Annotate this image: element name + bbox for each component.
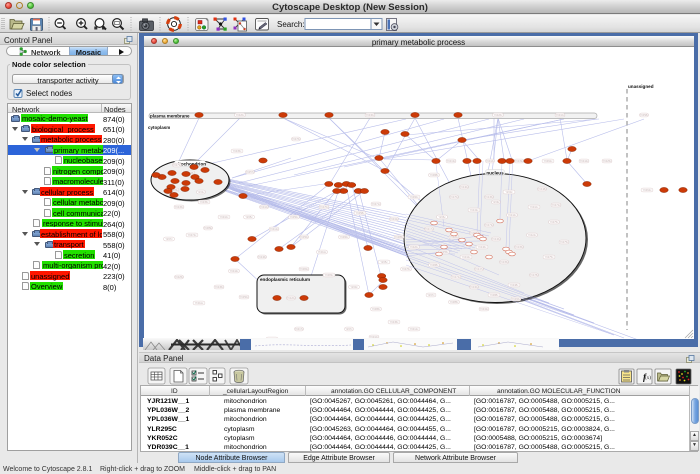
- svg-text:Ylr038c: Ylr038c: [509, 283, 518, 287]
- svg-text:Ylr09c: Ylr09c: [492, 200, 500, 204]
- svg-text:Ylr044c: Ylr044c: [579, 159, 588, 163]
- svg-text:Ylr07c: Ylr07c: [345, 327, 353, 331]
- svg-text:Ylr06c: Ylr06c: [438, 215, 446, 219]
- svg-text:Ylr075c: Ylr075c: [549, 220, 558, 224]
- svg-text:Ylr016c: Ylr016c: [485, 159, 494, 163]
- svg-text:Ylr057c: Ylr057c: [245, 170, 254, 174]
- svg-text:Ylr020c: Ylr020c: [286, 296, 295, 300]
- svg-text:Ylr074c: Ylr074c: [451, 275, 460, 279]
- svg-text:Ylr060c: Ylr060c: [409, 195, 418, 199]
- svg-text:Ylr088c: Ylr088c: [429, 263, 438, 267]
- svg-text:Ylr070c: Ylr070c: [319, 205, 328, 209]
- svg-text:Ylr047c: Ylr047c: [474, 267, 483, 271]
- svg-text:Ylr085c: Ylr085c: [394, 235, 403, 239]
- svg-text:plasma membrane: plasma membrane: [150, 114, 190, 119]
- svg-text:Ylr010c: Ylr010c: [219, 215, 228, 219]
- svg-text:Ylr035c: Ylr035c: [199, 200, 208, 204]
- svg-text:Ylr034c: Ylr034c: [461, 255, 470, 259]
- svg-text:Ylr075c: Ylr075c: [559, 240, 568, 244]
- svg-text:Ylr025c: Ylr025c: [174, 275, 183, 279]
- svg-text:Ylr024c: Ylr024c: [527, 233, 536, 237]
- svg-text:Ylr013c: Ylr013c: [446, 159, 455, 163]
- svg-text:Ylr040c: Ylr040c: [459, 185, 468, 189]
- svg-text:Ylr025c: Ylr025c: [602, 159, 611, 163]
- svg-text:(x): (x): [645, 376, 651, 381]
- svg-text:Ylr089c: Ylr089c: [203, 226, 212, 230]
- svg-text:Ylr011c: Ylr011c: [317, 250, 326, 254]
- svg-text:Ylr058c: Ylr058c: [355, 211, 364, 215]
- svg-text:Ylr035c: Ylr035c: [514, 245, 523, 249]
- svg-text:Ylr045c: Ylr045c: [214, 285, 223, 289]
- svg-text:unassigned: unassigned: [628, 84, 654, 89]
- svg-text:Ylr046c: Ylr046c: [491, 237, 500, 241]
- svg-text:Ylr088c: Ylr088c: [429, 173, 438, 177]
- svg-text:Ylr072c: Ylr072c: [551, 203, 560, 207]
- svg-text:Ylr07c: Ylr07c: [427, 293, 435, 297]
- svg-text:Ylr076c: Ylr076c: [291, 137, 300, 141]
- svg-text:Ylr010c: Ylr010c: [529, 205, 538, 209]
- svg-text:Ylr044c: Ylr044c: [507, 213, 516, 217]
- svg-text:Ylr045c: Ylr045c: [174, 205, 183, 209]
- svg-text:Ylr012c: Ylr012c: [269, 227, 278, 231]
- svg-text:Ylr020c: Ylr020c: [235, 113, 244, 117]
- svg-text:Ylr050c: Ylr050c: [289, 215, 298, 219]
- svg-text:Ylr048c: Ylr048c: [537, 187, 546, 191]
- svg-text:Ylr050c: Ylr050c: [239, 295, 248, 299]
- svg-text:Ylr060c: Ylr060c: [339, 235, 348, 239]
- svg-text:Ylr030c: Ylr030c: [469, 285, 478, 289]
- svg-text:Ylr07c: Ylr07c: [165, 237, 173, 241]
- svg-text:Ylr035c: Ylr035c: [499, 260, 508, 264]
- svg-text:Ylr078c: Ylr078c: [529, 273, 538, 277]
- svg-text:Ylr045c: Ylr045c: [484, 195, 493, 199]
- svg-text:Ylr074c: Ylr074c: [187, 233, 196, 237]
- svg-text:Ylr020c: Ylr020c: [409, 245, 418, 249]
- svg-text:Ylr083c: Ylr083c: [324, 273, 333, 277]
- svg-text:Ylr086c: Ylr086c: [371, 307, 380, 311]
- svg-text:Ylr045c: Ylr045c: [389, 320, 398, 324]
- svg-text:Ylr062c: Ylr062c: [543, 159, 552, 163]
- svg-text:Ylr071c: Ylr071c: [371, 202, 380, 206]
- svg-text:Ylr010c: Ylr010c: [555, 113, 564, 117]
- svg-text:Search:: Search:: [277, 20, 305, 29]
- svg-text:Ylr066c: Ylr066c: [511, 297, 520, 301]
- svg-text:cytoplasm: cytoplasm: [148, 125, 170, 130]
- svg-text:Ylr026c: Ylr026c: [493, 113, 502, 117]
- svg-text:Ylr050c: Ylr050c: [299, 235, 308, 239]
- svg-text:Ylr010c: Ylr010c: [259, 205, 268, 209]
- svg-text:Ylr039c: Ylr039c: [514, 159, 523, 163]
- svg-text:Ylr075c: Ylr075c: [544, 255, 553, 259]
- svg-text:Ylr043c: Ylr043c: [469, 208, 478, 212]
- svg-text:Ylr064c: Ylr064c: [642, 188, 651, 192]
- svg-text:Ylr082c: Ylr082c: [299, 267, 308, 271]
- svg-text:Ylr035c: Ylr035c: [232, 149, 241, 153]
- svg-text:Ylr017c: Ylr017c: [424, 227, 433, 231]
- svg-text:Ylr012c: Ylr012c: [409, 327, 418, 331]
- svg-text:Ylr070c: Ylr070c: [449, 195, 458, 199]
- svg-text:Ylr00c: Ylr00c: [350, 285, 358, 289]
- svg-text:Ylr011c: Ylr011c: [194, 301, 203, 305]
- svg-text:Ylr076c: Ylr076c: [401, 267, 410, 271]
- svg-text:Ylr085c: Ylr085c: [449, 300, 458, 304]
- svg-text:Ylr04c: Ylr04c: [197, 190, 205, 194]
- svg-text:Ylr046c: Ylr046c: [257, 255, 266, 259]
- svg-text:Ylr073c: Ylr073c: [484, 223, 493, 227]
- svg-text:Ylr017c: Ylr017c: [294, 327, 303, 331]
- svg-text:Ylr044c: Ylr044c: [229, 269, 238, 273]
- svg-text:Ylr058c: Ylr058c: [639, 113, 648, 117]
- svg-text:endoplasmic reticulum: endoplasmic reticulum: [260, 277, 310, 282]
- svg-text:Ylr032c: Ylr032c: [479, 307, 488, 311]
- svg-text:Ylr079c: Ylr079c: [172, 163, 181, 167]
- svg-text:Ylr046c: Ylr046c: [477, 245, 486, 249]
- svg-text:Ylr032c: Ylr032c: [389, 217, 398, 221]
- svg-text:Ylr05c: Ylr05c: [245, 215, 253, 219]
- svg-text:Ylr030c: Ylr030c: [365, 113, 374, 117]
- svg-text:Ylr05c: Ylr05c: [380, 260, 388, 264]
- svg-text:Ylr00c: Ylr00c: [505, 190, 513, 194]
- svg-text:Ylr088c: Ylr088c: [489, 293, 498, 297]
